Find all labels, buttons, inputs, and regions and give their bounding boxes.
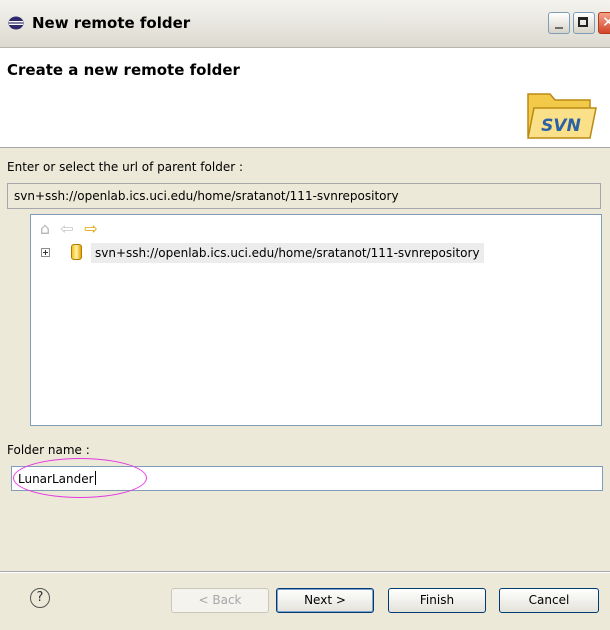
next-button[interactable]: Next >: [276, 588, 374, 613]
svn-icon-text: SVN: [541, 116, 581, 136]
page-title: Create a new remote folder: [7, 61, 240, 79]
button-bar-separator: [0, 571, 610, 573]
back-button[interactable]: < Back: [171, 588, 269, 613]
minimize-button[interactable]: [548, 12, 570, 34]
finish-button[interactable]: Finish: [388, 588, 486, 613]
help-icon[interactable]: ?: [30, 588, 50, 608]
expand-icon[interactable]: [41, 248, 50, 257]
svn-folder-icon: SVN: [527, 93, 597, 139]
title-bar[interactable]: New remote folder: [0, 0, 610, 48]
folder-name-input[interactable]: LunarLander: [11, 466, 603, 491]
tree-item-repository[interactable]: svn+ssh://openlab.ics.uci.edu/home/srata…: [41, 243, 581, 263]
close-button[interactable]: [598, 12, 610, 34]
tree-item-label: svn+ssh://openlab.ics.uci.edu/home/srata…: [91, 243, 484, 263]
wizard-banner: Create a new remote folder SVN: [0, 48, 610, 148]
parent-url-field[interactable]: svn+ssh://openlab.ics.uci.edu/home/srata…: [7, 183, 601, 209]
eclipse-icon: [8, 16, 24, 30]
window-title: New remote folder: [32, 14, 191, 32]
forward-arrow-icon[interactable]: ⇨: [81, 219, 101, 239]
folder-name-value: LunarLander: [18, 472, 94, 486]
folder-name-label: Folder name :: [7, 443, 90, 457]
text-caret: [94, 471, 96, 485]
back-arrow-icon[interactable]: ⇦: [57, 219, 77, 239]
repository-icon: [71, 244, 82, 260]
parent-folder-label: Enter or select the url of parent folder…: [7, 160, 243, 174]
home-icon[interactable]: ⌂: [35, 219, 55, 239]
new-remote-folder-dialog: New remote folder Create a new remote fo…: [0, 0, 610, 630]
repository-tree[interactable]: ⌂ ⇦ ⇨ svn+ssh://openlab.ics.uci.edu/home…: [30, 214, 602, 426]
cancel-button[interactable]: Cancel: [499, 588, 599, 613]
maximize-button[interactable]: [573, 12, 595, 34]
tree-toolbar: ⌂ ⇦ ⇨: [33, 219, 593, 239]
